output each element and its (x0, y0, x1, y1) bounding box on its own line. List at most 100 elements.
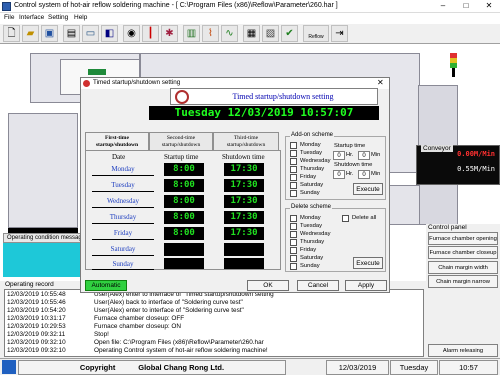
shutdown-time-friday[interactable]: 17:30 (224, 227, 264, 240)
shutdown-time-saturday[interactable] (224, 243, 264, 256)
chain-narrow-button[interactable]: Chain margin narrow (428, 275, 498, 288)
tab-third-time[interactable]: Third-time startup/shutdown (213, 132, 279, 151)
shutdown-time-tuesday[interactable]: 17:30 (224, 179, 264, 192)
delete-checkbox-sunday[interactable] (290, 263, 297, 270)
delete-checkbox-tuesday[interactable] (290, 223, 297, 230)
reflow-icon[interactable]: Reflow (303, 25, 329, 42)
status-bar: Copyright Global Chang Rong Ltd. 12/03/2… (0, 358, 500, 375)
control-panel-title: Control panel (428, 224, 467, 231)
check-icon[interactable]: ✔ (281, 25, 298, 42)
delete-checkbox-saturday[interactable] (290, 255, 297, 262)
new-file-icon[interactable]: 🗋 (3, 25, 20, 42)
alarm-release-button[interactable]: Alarm releasing (428, 344, 498, 357)
addon-checkbox-tuesday[interactable] (290, 150, 297, 157)
addon-checkbox-saturday[interactable] (290, 182, 297, 189)
startup-hour-spin[interactable]: 0 (333, 151, 345, 160)
menu-file[interactable]: File (4, 14, 14, 21)
shutdown-hour-unit: Hr. (346, 171, 354, 177)
status-weekday: Tuesday (390, 360, 438, 375)
app-icon (2, 2, 11, 11)
addon-execute-button[interactable]: Execute (353, 183, 383, 195)
minimize-button[interactable]: – (432, 0, 454, 12)
list-item: 12/03/2019 09:32:11 Stop! (7, 331, 109, 338)
save-icon[interactable]: ▣ (41, 25, 58, 42)
day-thursday: Thursday (92, 210, 154, 224)
addon-label-thursday: Thursday (300, 166, 325, 172)
ok-button[interactable]: OK (247, 280, 289, 291)
delete-checkbox-monday[interactable] (290, 215, 297, 222)
shutdown-time-wednesday[interactable]: 17:30 (224, 195, 264, 208)
delete-checkbox-wednesday[interactable] (290, 231, 297, 238)
shutdown-time-thursday[interactable]: 17:30 (224, 211, 264, 224)
list-item: 12/03/2019 10:31:17 Furnace chamber close… (7, 315, 185, 322)
delete-checkbox-friday[interactable] (290, 247, 297, 254)
settings-icon[interactable]: ✱ (161, 25, 178, 42)
tab-second-time[interactable]: Second-time startup/shutdown (149, 132, 213, 151)
apply-button[interactable]: Apply (345, 280, 387, 291)
open-folder-icon[interactable]: ▰ (22, 25, 39, 42)
automatic-button[interactable]: Automatic (85, 280, 127, 291)
menu-setting[interactable]: Setting (48, 14, 68, 21)
delete-label-thursday: Thursday (300, 239, 325, 245)
eye-icon[interactable]: ◉ (123, 25, 140, 42)
status-time: 10:57 (439, 360, 498, 375)
delete-checkbox-thursday[interactable] (290, 239, 297, 246)
dialog-close-button[interactable]: ✕ (377, 78, 384, 87)
addon-checkbox-friday[interactable] (290, 174, 297, 181)
startup-time-saturday[interactable] (164, 243, 204, 256)
chamber-open-button[interactable]: Furnace chamber opening (428, 232, 498, 245)
menu-help[interactable]: Help (74, 14, 87, 21)
close-button[interactable]: ✕ (478, 0, 500, 12)
chart-icon[interactable]: ⌇ (202, 25, 219, 42)
profile-icon[interactable]: ∿ (221, 25, 238, 42)
startup-minute-spin[interactable]: 0 (358, 151, 370, 160)
alarm-clock-icon (175, 90, 189, 104)
chip-icon[interactable]: ▦ (243, 25, 260, 42)
view-icon[interactable]: ◧ (101, 25, 118, 42)
startup-time-friday[interactable]: 8:00 (164, 227, 204, 240)
menu-interface[interactable]: Interface (19, 14, 44, 21)
dialog-title: Timed startup/shutdown setting (93, 79, 181, 86)
print-icon[interactable]: ▤ (63, 25, 80, 42)
day-friday: Friday (92, 226, 154, 240)
delete-scheme-title: Delete scheme (290, 204, 333, 210)
control-panel: Control panel Furnace chamber opening Fu… (426, 224, 500, 364)
day-monday: Monday (92, 162, 154, 176)
operating-record-list[interactable]: 12/03/2019 10:55:48 User(Alex) enter to i… (4, 289, 424, 357)
banner-text: Timed startup/shutdown setting (232, 92, 334, 101)
delete-all-label: Delete all (352, 215, 377, 221)
tab-first-time[interactable]: First-time startup/shutdown (85, 132, 149, 151)
thermometer-icon[interactable]: ┃ (142, 25, 159, 42)
startup-time-monday[interactable]: 8:00 (164, 163, 204, 176)
addon-checkbox-sunday[interactable] (290, 190, 297, 197)
shutdown-time-sunday[interactable] (224, 258, 264, 269)
startup-time-tuesday[interactable]: 8:00 (164, 179, 204, 192)
addon-checkbox-wednesday[interactable] (290, 158, 297, 165)
reflow-label: Reflow (308, 34, 324, 40)
conveyor-set-speed: 0.00M/Min (457, 150, 495, 158)
process-icon[interactable]: ▥ (183, 25, 200, 42)
cancel-button[interactable]: Cancel (297, 280, 339, 291)
addon-label-sunday: Sunday (300, 190, 320, 196)
addon-label-tuesday: Tuesday (300, 150, 323, 156)
monitor-icon[interactable]: ▭ (82, 25, 99, 42)
delete-all-checkbox[interactable] (342, 215, 349, 222)
startup-time-sunday[interactable] (164, 258, 204, 269)
shutdown-hour-spin[interactable]: 0 (333, 170, 345, 179)
shutdown-time-label: Shutdown time (334, 162, 373, 168)
chamber-close-button[interactable]: Furnace chamber closeup (428, 246, 498, 259)
startup-time-thursday[interactable]: 8:00 (164, 211, 204, 224)
delete-label-saturday: Saturday (300, 255, 324, 261)
maximize-button[interactable]: □ (455, 0, 477, 12)
delete-execute-button[interactable]: Execute (353, 257, 383, 269)
database-icon[interactable]: ▧ (262, 25, 279, 42)
addon-checkbox-monday[interactable] (290, 142, 297, 149)
startup-time-wednesday[interactable]: 8:00 (164, 195, 204, 208)
addon-checkbox-thursday[interactable] (290, 166, 297, 173)
current-datetime: Tuesday 12/03/2019 10:57:07 (149, 106, 379, 120)
shutdown-minute-spin[interactable]: 0 (358, 170, 370, 179)
shutdown-time-monday[interactable]: 17:30 (224, 163, 264, 176)
exit-icon[interactable]: ⇥ (331, 25, 348, 42)
addon-scheme-group: Add-on scheme Monday Tuesday Wednesday T… (285, 132, 386, 200)
chain-width-button[interactable]: Chain margin width (428, 261, 498, 274)
